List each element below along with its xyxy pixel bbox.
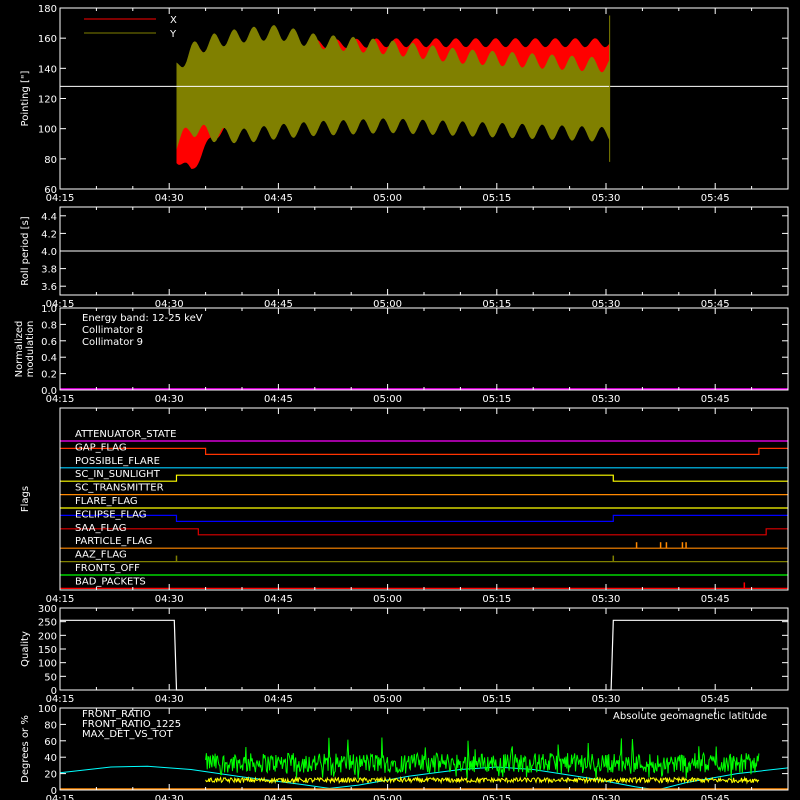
panel-2-xtick-label: 05:30 bbox=[592, 394, 621, 405]
flag-line-GAP_FLAG bbox=[60, 447, 788, 455]
legend-label-X: X bbox=[170, 15, 177, 26]
panel-5-xtick-label: 05:30 bbox=[592, 794, 621, 800]
panel-4-xtick-label: 05:30 bbox=[592, 694, 621, 705]
panel-2-ytick-label: 0.4 bbox=[41, 353, 57, 364]
panel-5-ytick-label: 80 bbox=[44, 720, 57, 731]
quality-line bbox=[60, 619, 788, 691]
panel-5-ytick-label: 40 bbox=[44, 753, 57, 764]
panel-2-xtick-label: 04:45 bbox=[264, 394, 293, 405]
panel-4-xtick-label: 05:00 bbox=[373, 694, 402, 705]
panel-3-xtick-label: 04:30 bbox=[155, 594, 184, 605]
panel-2-ytick-label: 0.8 bbox=[41, 320, 57, 331]
panel-2-ylabel: modulation bbox=[25, 321, 36, 378]
flag-label-GAP_FLAG: GAP_FLAG bbox=[75, 442, 127, 453]
panel-2-xtick-label: 05:45 bbox=[701, 394, 730, 405]
panel-5-ytick-label: 60 bbox=[44, 737, 57, 748]
panel-4-xtick-label: 05:45 bbox=[701, 694, 730, 705]
panel-1-ytick-label: 4.4 bbox=[41, 212, 57, 223]
front-ratio-1225-line bbox=[205, 737, 760, 780]
panel-3-xtick-label: 05:15 bbox=[482, 594, 511, 605]
panel-0-ytick-label: 160 bbox=[38, 34, 57, 45]
panel-2-xtick-label: 04:30 bbox=[155, 394, 184, 405]
panel-4-ytick-label: 150 bbox=[38, 645, 57, 656]
panel-5-xtick-label: 05:45 bbox=[701, 794, 730, 800]
flag-label-SC_IN_SUNLIGHT: SC_IN_SUNLIGHT bbox=[75, 469, 161, 480]
flag-label-PARTICLE_FLAG: PARTICLE_FLAG bbox=[75, 536, 152, 547]
panel-0-ytick-label: 120 bbox=[38, 95, 57, 106]
panel-4-ytick-label: 100 bbox=[38, 659, 57, 670]
panel-4-ylabel: Quality bbox=[20, 631, 31, 667]
modulation-legend-0: Energy band: 12-25 keV bbox=[82, 313, 203, 324]
panel-1-ytick-label: 4.2 bbox=[41, 229, 57, 240]
panel-2-xtick-label: 05:00 bbox=[373, 394, 402, 405]
panel-5-ytick-label: 20 bbox=[44, 770, 57, 781]
flag-label-BAD_PACKETS: BAD_PACKETS bbox=[75, 576, 146, 587]
panel-4-ytick-label: 250 bbox=[38, 618, 57, 629]
panel-4-xtick-label: 05:15 bbox=[482, 694, 511, 705]
hessi-observing-summary-chart: XY04:15 04:30 04:45 05:00 05:15 05:30 05:45608… bbox=[14, 4, 789, 800]
flag-label-AAZ_FLAG: AAZ_FLAG bbox=[75, 550, 127, 561]
panel-4-ytick-label: 50 bbox=[44, 672, 57, 683]
panel-5-ytick-label: 100 bbox=[38, 704, 57, 715]
panel-5-xtick-label: 04:45 bbox=[264, 794, 293, 800]
flag-label-POSSIBLE_FLARE: POSSIBLE_FLARE bbox=[75, 456, 160, 467]
panel-3-xtick-label: 05:30 bbox=[592, 594, 621, 605]
legend-label-Y: Y bbox=[169, 29, 177, 40]
panel-0-ylabel: Pointing ["] bbox=[20, 70, 31, 126]
panel-4-ytick-label: 200 bbox=[38, 631, 57, 642]
flag-label-SC_TRANSMITTER: SC_TRANSMITTER bbox=[75, 483, 164, 494]
geomagnetic-latitude-annotation: Absolute geomagnetic latitude bbox=[613, 711, 767, 722]
flag-line-SC_IN_SUNLIGHT bbox=[60, 474, 788, 482]
panel-0-ytick-label: 100 bbox=[38, 125, 57, 136]
panel-0-xtick-label: 05:00 bbox=[373, 193, 402, 204]
ratio-legend-2: MAX_DET_VS_TOT bbox=[82, 729, 174, 740]
flag-label-FLARE_FLAG: FLARE_FLAG bbox=[75, 496, 138, 507]
panel-3-xtick-label: 05:00 bbox=[373, 594, 402, 605]
panel-0-ytick-label: 140 bbox=[38, 64, 57, 75]
pointing-band-Y bbox=[176, 25, 610, 150]
panel-5-xtick-label: 05:15 bbox=[482, 794, 511, 800]
modulation-legend-2: Collimator 9 bbox=[82, 337, 143, 348]
panel-1-ylabel: Roll period [s] bbox=[20, 216, 31, 285]
panel-2-ytick-label: 0.2 bbox=[41, 370, 57, 381]
panel-0-ytick-label: 180 bbox=[38, 4, 57, 15]
flag-label-FRONTS_OFF: FRONTS_OFF bbox=[75, 563, 140, 574]
panel-3-xtick-label: 04:45 bbox=[264, 594, 293, 605]
panel-3-ylabel: Flags bbox=[20, 486, 31, 512]
panel-1-ytick-label: 3.8 bbox=[41, 265, 57, 276]
panel-0-ytick-label: 80 bbox=[44, 155, 57, 166]
panel-3-xtick-label: 05:45 bbox=[701, 594, 730, 605]
flag-line-SAA_FLAG bbox=[60, 528, 788, 536]
panel-0-xtick-label: 04:30 bbox=[155, 193, 184, 204]
panel-2-ytick-label: 0.6 bbox=[41, 337, 57, 348]
panel-0-xtick-label: 04:45 bbox=[264, 193, 293, 204]
panel-4-xtick-label: 04:45 bbox=[264, 694, 293, 705]
panel-0-ytick-label: 60 bbox=[44, 185, 57, 196]
panel-4-ytick-label: 0 bbox=[51, 686, 57, 697]
panel-5-xtick-label: 05:00 bbox=[373, 794, 402, 800]
panel-4-xtick-label: 04:30 bbox=[155, 694, 184, 705]
front-ratio-line bbox=[205, 775, 760, 785]
panel-5-xtick-label: 04:30 bbox=[155, 794, 184, 800]
panel-1-ytick-label: 3.6 bbox=[41, 282, 57, 293]
panel-2-xtick-label: 05:15 bbox=[482, 394, 511, 405]
panel-5-ylabel: Degrees or % bbox=[20, 715, 31, 783]
panel-5-ytick-label: 0 bbox=[51, 786, 57, 797]
panel-0-xtick-label: 05:30 bbox=[592, 193, 621, 204]
flag-label-SAA_FLAG: SAA_FLAG bbox=[75, 523, 126, 534]
panel-0-xtick-label: 05:15 bbox=[482, 193, 511, 204]
flag-line-ECLIPSE_FLAG bbox=[60, 514, 788, 522]
panel-2-ytick-label: 0.0 bbox=[41, 386, 57, 397]
panel-4-ytick-label: 300 bbox=[38, 604, 57, 615]
flag-label-ATTENUATOR_STATE: ATTENUATOR_STATE bbox=[75, 429, 176, 440]
modulation-legend-1: Collimator 8 bbox=[82, 325, 143, 336]
panel-0-xtick-label: 05:45 bbox=[701, 193, 730, 204]
flag-label-ECLIPSE_FLAG: ECLIPSE_FLAG bbox=[75, 509, 146, 520]
panel-2-ylabel: Normalized bbox=[14, 321, 25, 378]
panel-1-ytick-label: 4.0 bbox=[41, 247, 57, 258]
panel-2-ytick-label: 1.0 bbox=[41, 304, 57, 315]
